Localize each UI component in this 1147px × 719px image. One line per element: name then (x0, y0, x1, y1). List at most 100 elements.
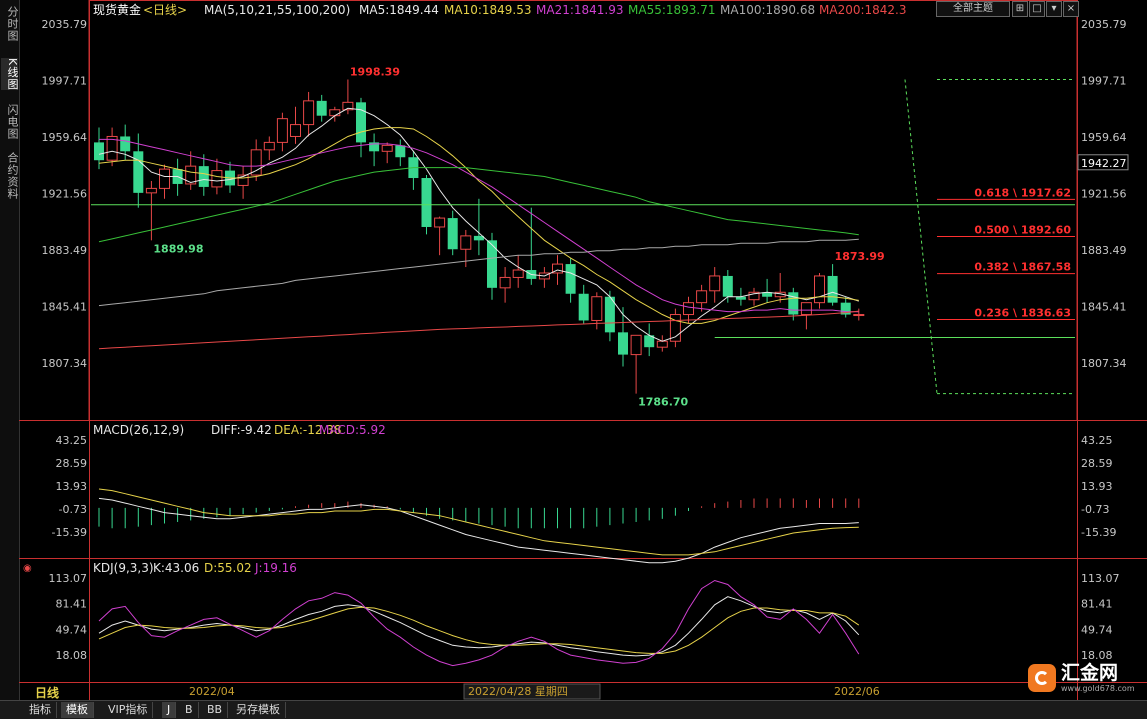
price-tick-left-3: 1921.56 (42, 188, 88, 201)
kdj-tick-right-1: 81.41 (1081, 598, 1113, 611)
window-grid-button[interactable]: ⊞ (1012, 1, 1028, 17)
tab-contract-info[interactable]: 合约资料 (1, 152, 19, 200)
candle-body-up (145, 187, 157, 194)
candle-body-up (591, 296, 603, 321)
candle-body-up (696, 290, 708, 304)
candle-body-down (120, 136, 131, 152)
candle-body-up (814, 275, 825, 304)
fib-label-2: 0.382 \ 1867.58 (974, 261, 1071, 274)
tab-template[interactable]: 模板 (61, 702, 94, 718)
macd-tick-right-1: 28.59 (1081, 457, 1113, 470)
kdj-k: K:43.06 (153, 561, 199, 575)
candle-body-up (290, 124, 301, 137)
candle-body-down (578, 293, 589, 321)
chart-svg[interactable]: 现货黄金 <日线> MA(5,10,21,55,100,200) MA5:184… (19, 0, 1147, 700)
kdj-j: J:19.16 (254, 561, 297, 575)
fib-dashed-diagonal (904, 79, 938, 394)
fib-label-0: 0.618 \ 1917.62 (974, 186, 1071, 199)
date-label-cursor: 2022/04/28 星期四 (468, 685, 568, 698)
macd-diff: DIFF:-9.42 (211, 423, 272, 437)
chart-title: 现货黄金 (93, 2, 141, 17)
candle-body-up (434, 217, 446, 228)
candle-body-down (133, 151, 144, 193)
kdj-tick-left-0: 113.07 (49, 572, 88, 585)
tab-indicator[interactable]: 指标 (24, 702, 57, 718)
macd-tick-right-0: 43.25 (1081, 434, 1113, 447)
ma-value-3: MA55:1893.71 (628, 3, 716, 17)
ma-values: MA5:1849.44 MA10:1849.53 MA21:1841.93 MA55:… (359, 3, 907, 17)
macd-tick-left-2: 13.93 (56, 480, 88, 493)
candle-body-down (356, 102, 366, 143)
tab-flash[interactable]: 闪电图 (1, 104, 19, 140)
period-daily-label[interactable]: 日线 (30, 685, 64, 701)
date-label-june: 2022/06 (834, 685, 880, 698)
candle-body-up (800, 302, 812, 316)
candle-body-up (211, 170, 223, 188)
candle-body-up (512, 269, 524, 278)
logo-icon-inner (1035, 671, 1049, 685)
tab-kline[interactable]: K线图 (1, 58, 19, 91)
window-max-button[interactable]: □ (1029, 1, 1045, 17)
ma-line-5 (98, 310, 859, 350)
price-tick-right-0: 2035.79 (1081, 18, 1127, 31)
macd-tick-right-3: -0.73 (1081, 503, 1109, 516)
window-close-button[interactable]: × (1063, 1, 1079, 17)
current-price-label: 1942.27 (1081, 157, 1127, 170)
price-tick-left-4: 1883.49 (42, 244, 88, 257)
price-tick-right-1: 1997.71 (1081, 75, 1127, 88)
macd-value: MACD:5.92 (319, 423, 386, 437)
ma-value-1: MA10:1849.53 (444, 3, 532, 17)
kdj-tick-left-2: 49.74 (56, 623, 88, 636)
price-tick-left-6: 1807.34 (42, 357, 88, 370)
candle-body-up (683, 302, 694, 316)
macd-tick-left-1: 28.59 (56, 457, 88, 470)
macd-group: 43.25 43.25 28.59 28.59 13.93 13.93 -0.73 -0.73… (52, 434, 1116, 564)
candle-body-down (447, 218, 458, 250)
tab-timeshare[interactable]: 分时图 (1, 6, 19, 42)
window-menu-button[interactable]: ▾ (1046, 1, 1062, 17)
overlays-group: 0.618 \ 1917.62 0.500 \ 1892.60 0.382 \ 18… (91, 65, 1075, 409)
candle-body-up (630, 334, 642, 356)
kdj-icon[interactable]: ◉ (23, 563, 32, 574)
ma-value-4: MA100:1890.68 (720, 3, 815, 17)
candles-group (94, 79, 865, 394)
fib-label-1: 0.500 \ 1892.60 (974, 223, 1071, 236)
price-tick-left-1: 1997.71 (42, 75, 88, 88)
left-sidebar: 分时图 K线图 闪电图 合约资料 (0, 0, 20, 700)
bottom-bar: 日线 指标 模板 VIP指标 J B BB 另存模板 (0, 686, 1147, 719)
kdj-j-line (98, 579, 860, 667)
tab-b[interactable]: B (180, 702, 199, 718)
ma-label: MA(5,10,21,55,100,200) (204, 3, 350, 17)
candle-body-down (618, 332, 628, 355)
kdj-tick-left-1: 81.41 (56, 598, 88, 611)
chart-period[interactable]: <日线> (143, 3, 187, 17)
candle-body-down (565, 264, 576, 294)
price-annotation-1: 1889.98 (153, 242, 203, 255)
tab-save-template[interactable]: 另存模板 (231, 702, 286, 718)
kdj-tick-left-3: 18.08 (56, 649, 88, 662)
price-tick-left-2: 1959.64 (42, 131, 88, 144)
candle-body-up (276, 118, 288, 143)
candle-body-down (827, 275, 838, 303)
ma-value-5: MA200:1842.3 (819, 3, 907, 17)
price-tick-left-0: 2035.79 (42, 18, 88, 31)
price-tick-right-3: 1921.56 (1081, 188, 1127, 201)
tab-bb[interactable]: BB (202, 702, 229, 718)
theme-button[interactable]: 全部主题 (936, 1, 1010, 17)
candle-body-down (421, 178, 432, 227)
price-tick-left-5: 1845.41 (42, 301, 88, 314)
candle-body-down (487, 240, 497, 288)
price-annotation-3: 1873.99 (835, 250, 885, 263)
tab-vip-indicator[interactable]: VIP指标 (103, 702, 154, 718)
candle-body-down (395, 145, 406, 158)
candle-body-down (198, 166, 209, 187)
tab-j[interactable]: J (162, 702, 177, 718)
candle-body-up (460, 235, 472, 250)
ma-value-2: MA21:1841.93 (536, 3, 624, 17)
candle-body-up (263, 141, 275, 151)
price-tick-right-6: 1807.34 (1081, 357, 1127, 370)
macd-label: MACD(26,12,9) (93, 423, 184, 437)
price-annotation-0: 1998.39 (350, 65, 400, 78)
candle-body-up (656, 340, 668, 348)
candle-body-up (709, 275, 721, 292)
